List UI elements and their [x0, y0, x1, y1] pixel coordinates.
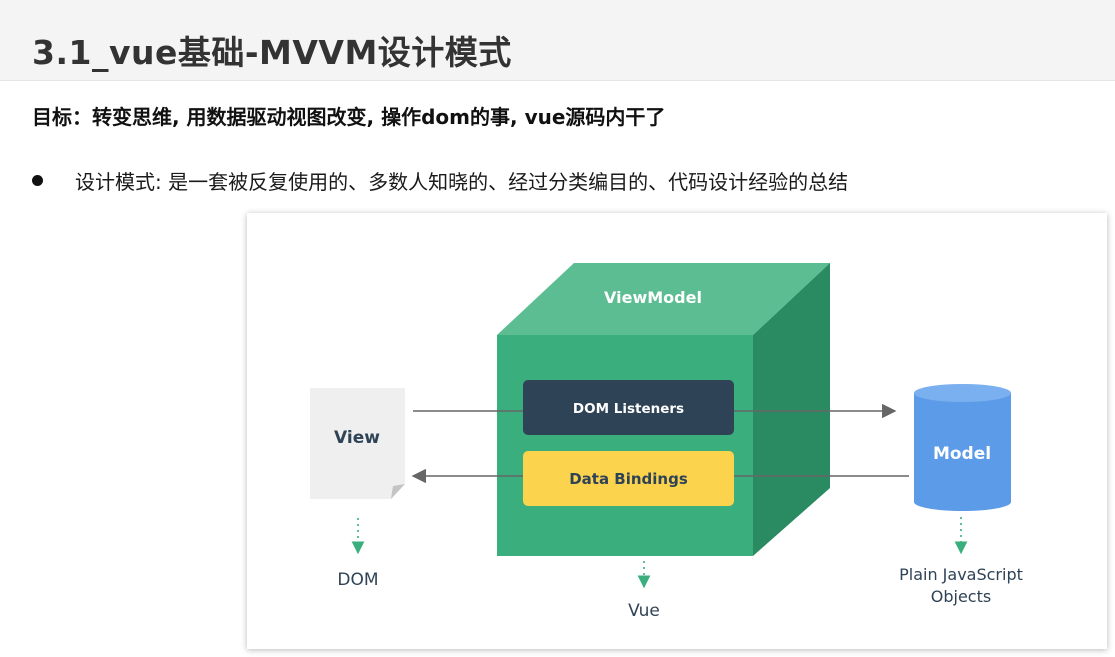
plain-js-label-line1: Plain JavaScript [899, 565, 1023, 584]
goal-text: 目标：转变思维, 用数据驱动视图改变, 操作dom的事, vue源码内干了 [32, 105, 666, 129]
model-cylinder-top [914, 384, 1011, 402]
dom-listeners-label: DOM Listeners [573, 401, 684, 417]
viewmodel-label: ViewModel [604, 288, 702, 307]
plain-js-label-line2: Objects [931, 587, 991, 606]
view-label: View [334, 428, 380, 448]
title-bar: 3.1_vue基础-MVVM设计模式 [0, 0, 1115, 81]
mvvm-diagram-figure: ViewModel View Model DOM Listeners Data … [247, 213, 1107, 649]
bullet-text: 设计模式: 是一套被反复使用的、多数人知晓的、经过分类编目的、代码设计经验的总结 [75, 170, 849, 194]
view-document: View [310, 388, 405, 499]
page-title: 3.1_vue基础-MVVM设计模式 [32, 33, 512, 72]
model-label: Model [933, 444, 991, 464]
data-bindings-box: Data Bindings [523, 451, 734, 506]
data-bindings-label: Data Bindings [569, 470, 688, 488]
model-cylinder-bottom [914, 493, 1011, 511]
dom-listeners-box: DOM Listeners [523, 380, 734, 435]
bullet-dot-icon [32, 175, 43, 186]
dom-label: DOM [337, 570, 378, 590]
view-page-fold [391, 484, 405, 499]
cube-front-face [497, 335, 753, 556]
vue-label: Vue [628, 601, 660, 621]
model-database: Model [914, 384, 1011, 511]
mvvm-diagram: ViewModel View Model DOM Listeners Data … [310, 263, 1023, 621]
